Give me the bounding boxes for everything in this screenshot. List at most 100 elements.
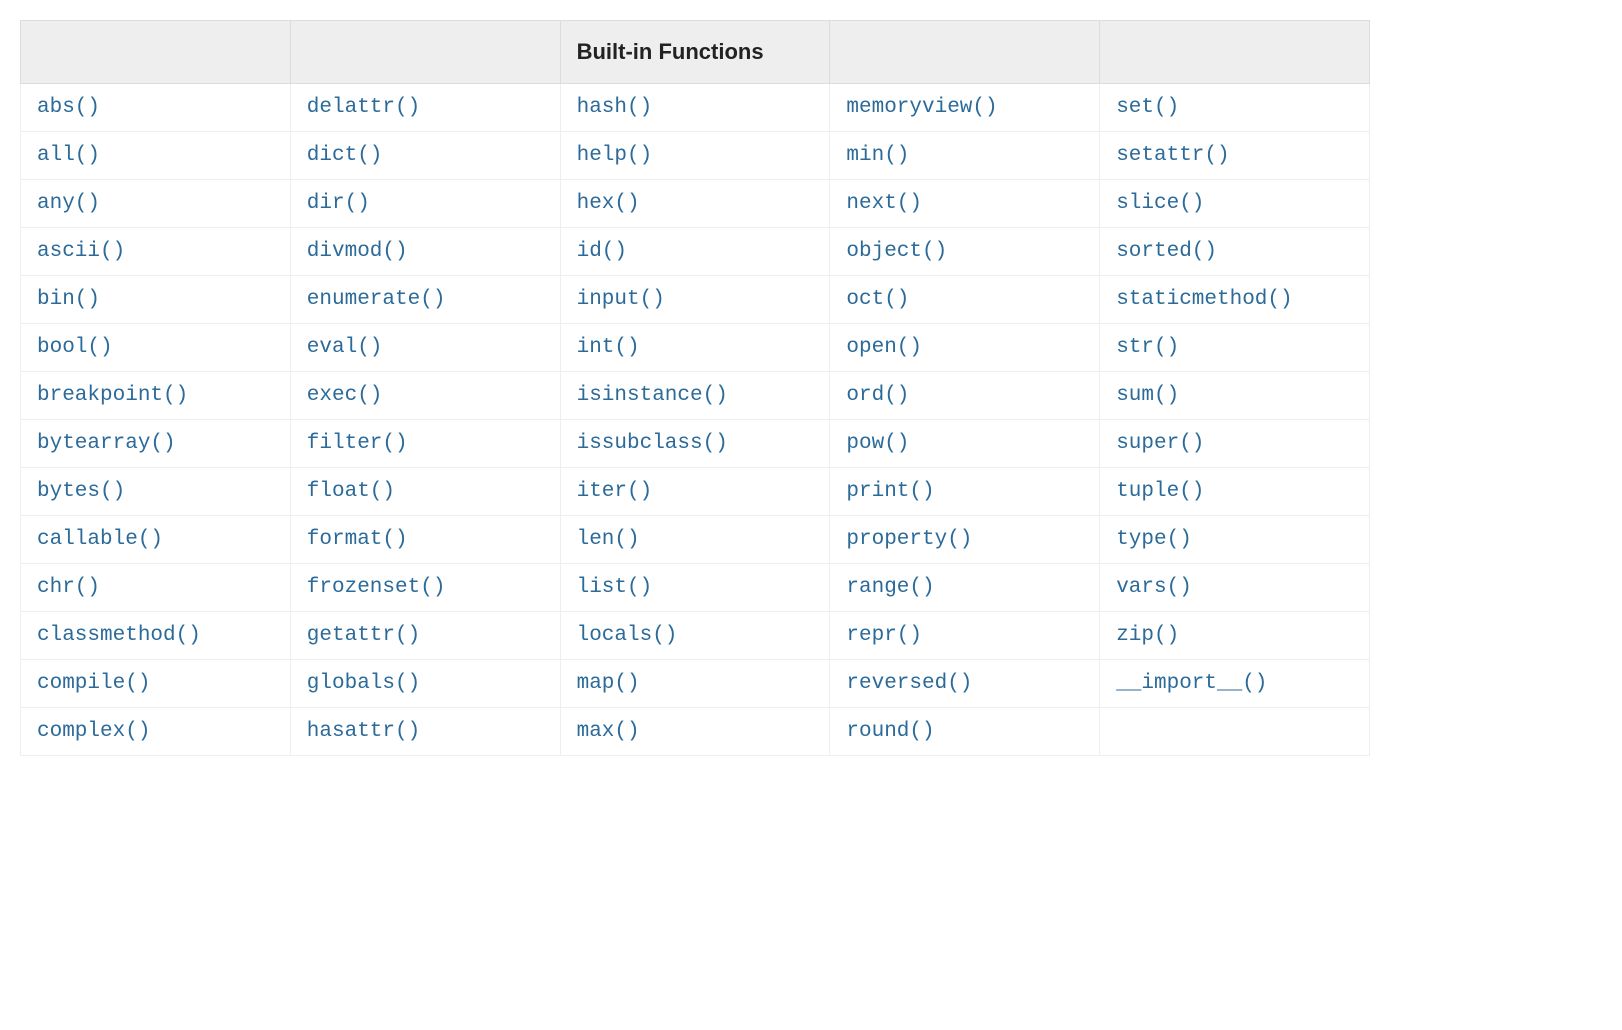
function-link[interactable]: oct() [846, 288, 909, 311]
function-link[interactable]: __import__() [1116, 672, 1267, 695]
table-row: chr() frozenset() list() range() vars() [21, 564, 1370, 612]
function-link[interactable]: reversed() [846, 672, 972, 695]
function-link[interactable]: super() [1116, 432, 1204, 455]
table-cell: __import__() [1100, 660, 1370, 708]
table-cell: super() [1100, 420, 1370, 468]
function-link[interactable]: open() [846, 336, 922, 359]
table-cell: divmod() [290, 228, 560, 276]
function-link[interactable]: max() [577, 720, 640, 743]
function-link[interactable]: type() [1116, 528, 1192, 551]
function-link[interactable]: iter() [577, 480, 653, 503]
function-link[interactable]: zip() [1116, 624, 1179, 647]
function-link[interactable]: any() [37, 192, 100, 215]
function-link[interactable]: property() [846, 528, 972, 551]
function-link[interactable]: hash() [577, 96, 653, 119]
function-link[interactable]: int() [577, 336, 640, 359]
function-link[interactable]: locals() [577, 624, 678, 647]
function-link[interactable]: repr() [846, 624, 922, 647]
function-link[interactable]: chr() [37, 576, 100, 599]
table-row: breakpoint() exec() isinstance() ord() sum() [21, 372, 1370, 420]
function-link[interactable]: issubclass() [577, 432, 728, 455]
function-link[interactable]: filter() [307, 432, 408, 455]
function-link[interactable]: list() [577, 576, 653, 599]
table-cell: reversed() [830, 660, 1100, 708]
function-link[interactable]: sorted() [1116, 240, 1217, 263]
function-link[interactable]: ord() [846, 384, 909, 407]
function-link[interactable]: bytearray() [37, 432, 176, 455]
function-link[interactable]: eval() [307, 336, 383, 359]
table-cell: repr() [830, 612, 1100, 660]
function-link[interactable]: pow() [846, 432, 909, 455]
function-link[interactable]: dir() [307, 192, 370, 215]
table-cell: eval() [290, 324, 560, 372]
table-cell: slice() [1100, 180, 1370, 228]
function-link[interactable]: len() [577, 528, 640, 551]
function-link[interactable]: min() [846, 144, 909, 167]
function-link[interactable]: hasattr() [307, 720, 420, 743]
table-cell: open() [830, 324, 1100, 372]
function-link[interactable]: memoryview() [846, 96, 997, 119]
function-link[interactable]: str() [1116, 336, 1179, 359]
table-cell: float() [290, 468, 560, 516]
function-link[interactable]: complex() [37, 720, 150, 743]
function-link[interactable]: vars() [1116, 576, 1192, 599]
function-link[interactable]: bytes() [37, 480, 125, 503]
function-link[interactable]: tuple() [1116, 480, 1204, 503]
function-link[interactable]: staticmethod() [1116, 288, 1292, 311]
function-link[interactable]: id() [577, 240, 627, 263]
table-cell: int() [560, 324, 830, 372]
function-link[interactable]: print() [846, 480, 934, 503]
table-cell: frozenset() [290, 564, 560, 612]
function-link[interactable]: breakpoint() [37, 384, 188, 407]
table-cell: help() [560, 132, 830, 180]
table-cell: vars() [1100, 564, 1370, 612]
table-cell: zip() [1100, 612, 1370, 660]
table-cell: isinstance() [560, 372, 830, 420]
function-link[interactable]: map() [577, 672, 640, 695]
function-link[interactable]: set() [1116, 96, 1179, 119]
table-cell: str() [1100, 324, 1370, 372]
function-link[interactable]: round() [846, 720, 934, 743]
function-link[interactable]: help() [577, 144, 653, 167]
function-link[interactable]: sum() [1116, 384, 1179, 407]
table-cell: max() [560, 708, 830, 756]
function-link[interactable]: divmod() [307, 240, 408, 263]
function-link[interactable]: slice() [1116, 192, 1204, 215]
function-link[interactable]: callable() [37, 528, 163, 551]
function-link[interactable]: frozenset() [307, 576, 446, 599]
function-link[interactable]: isinstance() [577, 384, 728, 407]
table-cell: exec() [290, 372, 560, 420]
function-link[interactable]: input() [577, 288, 665, 311]
function-link[interactable]: exec() [307, 384, 383, 407]
function-link[interactable]: delattr() [307, 96, 420, 119]
table-cell: ascii() [21, 228, 291, 276]
function-link[interactable]: setattr() [1116, 144, 1229, 167]
table-cell: dict() [290, 132, 560, 180]
function-link[interactable]: classmethod() [37, 624, 201, 647]
table-cell: bin() [21, 276, 291, 324]
function-link[interactable]: format() [307, 528, 408, 551]
table-cell: bool() [21, 324, 291, 372]
function-link[interactable]: hex() [577, 192, 640, 215]
table-cell: staticmethod() [1100, 276, 1370, 324]
function-link[interactable]: next() [846, 192, 922, 215]
function-link[interactable]: object() [846, 240, 947, 263]
table-cell: getattr() [290, 612, 560, 660]
table-row: all() dict() help() min() setattr() [21, 132, 1370, 180]
function-link[interactable]: all() [37, 144, 100, 167]
function-link[interactable]: enumerate() [307, 288, 446, 311]
function-link[interactable]: bool() [37, 336, 113, 359]
table-row: classmethod() getattr() locals() repr() zip(… [21, 612, 1370, 660]
function-link[interactable]: range() [846, 576, 934, 599]
function-link[interactable]: compile() [37, 672, 150, 695]
function-link[interactable]: globals() [307, 672, 420, 695]
function-link[interactable]: abs() [37, 96, 100, 119]
function-link[interactable]: getattr() [307, 624, 420, 647]
function-link[interactable]: float() [307, 480, 395, 503]
builtin-functions-table: Built-in Functions abs()delattr()hash()m… [20, 20, 1370, 756]
table-row: bytearray() filter() issubclass() pow() supe… [21, 420, 1370, 468]
function-link[interactable]: dict() [307, 144, 383, 167]
table-cell: input() [560, 276, 830, 324]
function-link[interactable]: ascii() [37, 240, 125, 263]
function-link[interactable]: bin() [37, 288, 100, 311]
